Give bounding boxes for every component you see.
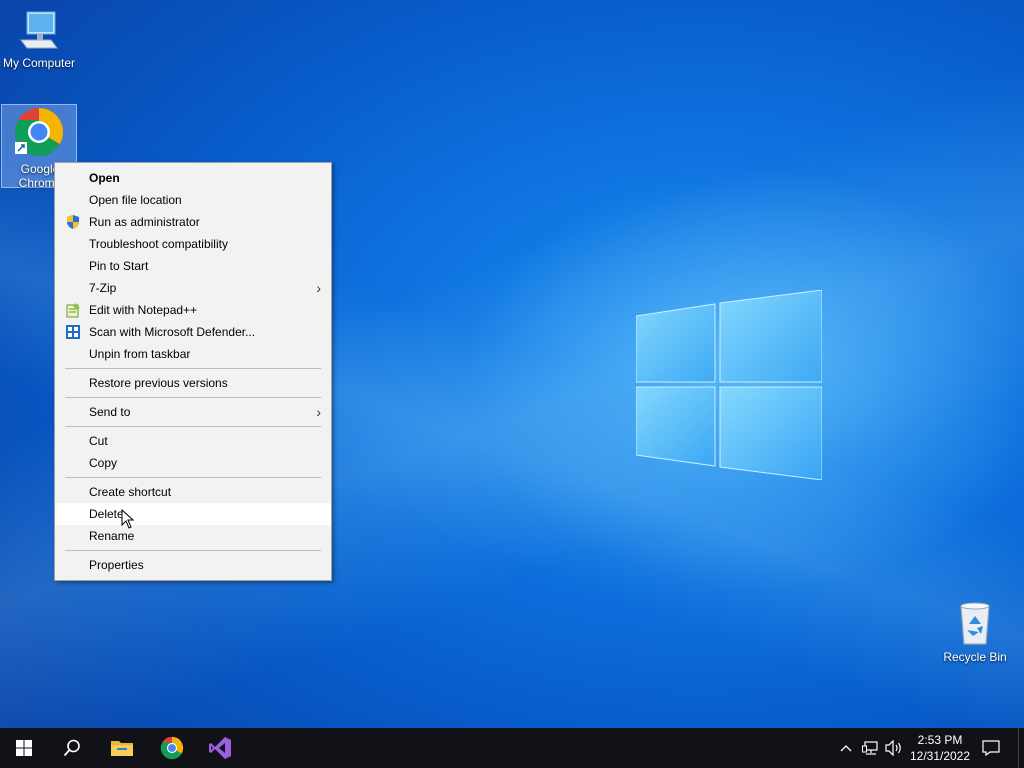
notification-icon [982, 740, 1000, 756]
desktop-icon-label: My Computer [2, 56, 76, 70]
visual-studio-icon [209, 737, 231, 759]
windows-logo-wallpaper [636, 290, 822, 480]
menu-item-edit-with-notepad-plus-plus[interactable]: Edit with Notepad++ [55, 299, 331, 321]
taskbar-chrome[interactable] [148, 728, 196, 768]
chevron-up-icon [840, 745, 852, 752]
menu-item-scan-with-microsoft-defender[interactable]: Scan with Microsoft Defender... [55, 321, 331, 343]
search-button[interactable] [48, 728, 96, 768]
mouse-pointer-icon [121, 509, 135, 529]
menu-item-open-file-location[interactable]: Open file location [55, 189, 331, 211]
menu-separator [65, 368, 321, 369]
menu-item-open[interactable]: Open [55, 167, 331, 189]
speaker-icon [885, 740, 901, 756]
menu-item-copy[interactable]: Copy [55, 452, 331, 474]
chrome-icon [160, 736, 184, 760]
menu-separator [65, 397, 321, 398]
desktop-icon-label: Recycle Bin [943, 650, 1007, 664]
submenu-arrow-icon: › [316, 404, 321, 420]
menu-separator [65, 426, 321, 427]
menu-item-rename[interactable]: Rename [55, 525, 331, 547]
uac-shield-icon [67, 215, 79, 229]
recycle-bin-icon [960, 602, 990, 645]
menu-item-unpin-from-taskbar[interactable]: Unpin from taskbar [55, 343, 331, 365]
windows-start-icon [16, 740, 32, 756]
taskbar-clock[interactable]: 2:53 PM 12/31/2022 [904, 732, 976, 764]
menu-item-run-as-administrator[interactable]: Run as administrator [55, 211, 331, 233]
network-icon [862, 741, 878, 755]
start-button[interactable] [0, 728, 48, 768]
taskbar: 2:53 PM 12/31/2022 [0, 728, 1024, 768]
desktop-icon-recycle-bin[interactable]: Recycle Bin [936, 600, 1014, 664]
menu-item-troubleshoot-compatibility[interactable]: Troubleshoot compatibility [55, 233, 331, 255]
volume-button[interactable] [884, 728, 904, 768]
menu-item-create-shortcut[interactable]: Create shortcut [55, 481, 331, 503]
menu-separator [65, 477, 321, 478]
menu-item-restore-previous-versions[interactable]: Restore previous versions [55, 372, 331, 394]
taskbar-visual-studio[interactable] [196, 728, 244, 768]
menu-item-delete[interactable]: Delete [55, 503, 331, 525]
taskbar-file-explorer[interactable] [98, 728, 146, 768]
submenu-arrow-icon: › [316, 280, 321, 296]
menu-item-properties[interactable]: Properties [55, 554, 331, 576]
file-explorer-icon [111, 741, 133, 756]
menu-item-send-to[interactable]: Send to › [55, 401, 331, 423]
context-menu: Open Open file location Run as administr… [54, 162, 332, 581]
clock-date: 12/31/2022 [909, 749, 971, 763]
notepad-plus-plus-icon [66, 303, 80, 318]
defender-icon [66, 325, 80, 339]
search-icon [63, 739, 80, 757]
action-center-button[interactable] [978, 728, 1004, 768]
menu-item-7-zip[interactable]: 7-Zip › [55, 277, 331, 299]
clock-time: 2:53 PM [917, 733, 963, 747]
menu-item-cut[interactable]: Cut [55, 430, 331, 452]
show-hidden-icons-button[interactable] [836, 728, 856, 768]
network-button[interactable] [860, 728, 882, 768]
desktop-icon-my-computer[interactable]: My Computer [0, 8, 78, 70]
chrome-icon [14, 107, 64, 157]
menu-item-pin-to-start[interactable]: Pin to Start [55, 255, 331, 277]
show-desktop-button[interactable] [1018, 728, 1019, 768]
computer-icon [20, 11, 58, 49]
menu-separator [65, 550, 321, 551]
